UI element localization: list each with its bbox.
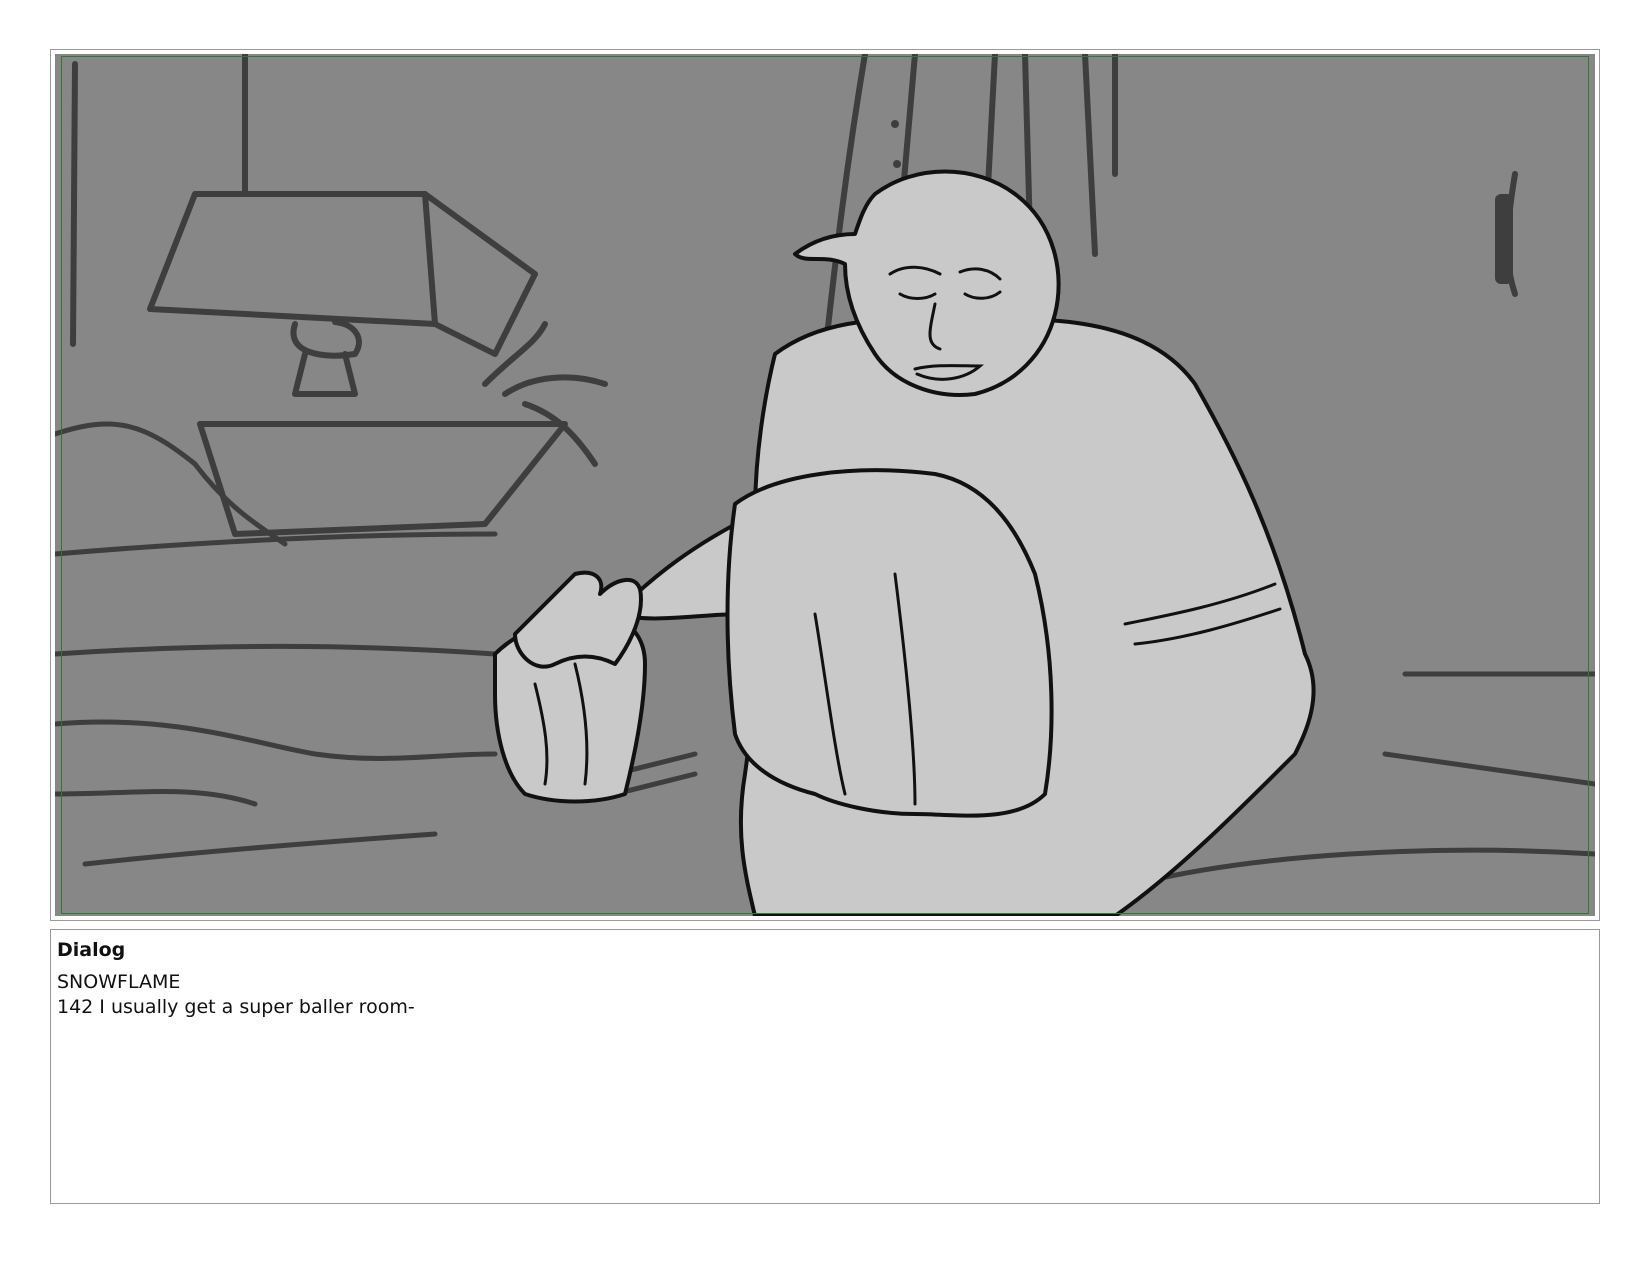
dialog-text: 142 I usually get a super baller room- (57, 996, 415, 1018)
dialog-heading: Dialog (57, 939, 126, 961)
storyboard-panel (50, 49, 1600, 921)
sketch-illustration (55, 54, 1595, 916)
panel-sketch-image (55, 54, 1595, 916)
dialog-panel: Dialog SNOWFLAME 142 I usually get a sup… (50, 929, 1600, 1204)
dialog-character: SNOWFLAME (57, 971, 181, 993)
